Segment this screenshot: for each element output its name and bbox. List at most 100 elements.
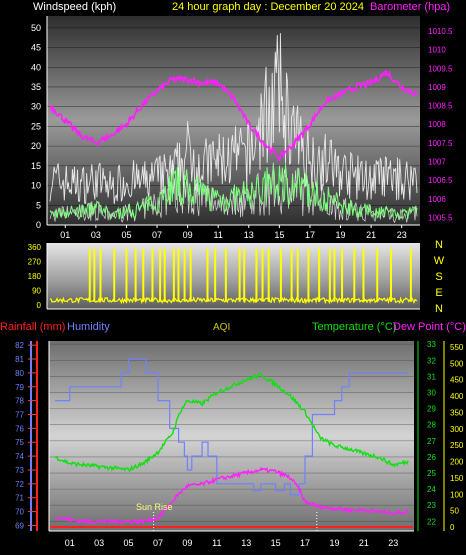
humidity-y-tick: 78 [15,397,24,406]
temp-y-tick: 32 [427,356,436,365]
dewpoint-label: Dew Point (°C) [393,321,466,333]
temp-x-tick: 07 [153,538,163,548]
humidity-label: Humidity [67,321,110,333]
baro-y-tick: 1006.5 [428,176,453,185]
rain-y-tick: 300 [450,425,464,434]
direction-y-tick: 180 [28,272,42,281]
temp-y-tick: 24 [427,485,436,494]
baro-y-tick: 1006 [428,195,446,204]
wind-x-tick: 09 [183,230,193,240]
wind-y-tick: 30 [31,102,41,112]
temp-x-tick: 13 [241,538,251,548]
temp-x-tick: 21 [359,538,369,548]
rain-y-tick: 450 [450,376,464,385]
rain-y-tick: 550 [450,343,464,352]
temp-x-tick: 15 [271,538,281,548]
baro-y-tick: 1009.5 [428,64,453,73]
direction-y-tick: 90 [32,287,41,296]
baro-y-tick: 1007.5 [428,139,453,148]
baro-y-tick: 1007 [428,158,446,167]
compass-letter: E [435,287,442,299]
rain-y-tick: 100 [450,490,464,499]
rain-y-tick: 500 [450,359,464,368]
wind-y-tick: 5 [36,200,41,210]
wind-x-tick: 03 [91,230,101,240]
temp-y-tick: 27 [427,437,436,446]
wind-y-tick: 40 [31,62,41,72]
direction-y-tick: 360 [28,243,42,252]
direction-y-tick: 0 [37,301,42,310]
wind-y-tick: 25 [31,121,41,131]
direction-y-tick: 270 [28,258,42,267]
humidity-y-tick: 73 [15,466,24,475]
humidity-y-tick: 74 [15,452,24,461]
wind-y-tick: 20 [31,141,41,151]
compass-letter: S [435,271,442,283]
rain-y-tick: 150 [450,474,464,483]
temp-y-tick: 28 [427,421,436,430]
humidity-y-tick: 70 [15,508,24,517]
wind-x-tick: 23 [397,230,407,240]
temp-y-tick: 26 [427,453,436,462]
temp-y-tick: 31 [427,372,436,381]
temp-y-tick: 29 [427,405,436,414]
rain-y-tick: 250 [450,441,464,450]
wind-y-tick: 0 [36,220,41,230]
humidity-y-tick: 77 [15,411,24,420]
compass-letter: W [434,255,445,267]
wind-x-tick: 17 [305,230,315,240]
compass-letter: N [435,239,443,251]
humidity-y-tick: 71 [15,494,24,503]
wind-x-tick: 07 [152,230,162,240]
wind-x-tick: 15 [274,230,284,240]
wind-y-tick: 45 [31,43,41,53]
humidity-y-tick: 69 [15,521,24,530]
temp-x-tick: 23 [388,538,398,548]
humidity-y-tick: 79 [15,383,24,392]
humidity-y-tick: 75 [15,438,24,447]
rain-y-tick: 400 [450,392,464,401]
temp-x-tick: 19 [329,538,339,548]
wind-y-tick: 10 [31,181,41,191]
rain-y-tick: 0 [450,523,455,532]
rain-y-tick: 200 [450,458,464,467]
compass-labels: NWSEN [434,239,445,315]
humidity-y-tick: 76 [15,424,24,433]
temperature-label: Temperature (°C) [312,321,396,333]
baro-y-tick: 1008 [428,120,446,129]
barometer-title: Barometer (hpa) [370,1,450,13]
wind-x-tick: 13 [244,230,254,240]
wind-y-tick: 15 [31,161,41,171]
wind-x-tick: 11 [214,230,223,240]
humidity-y-tick: 72 [15,480,24,489]
temp-y-tick: 22 [427,517,436,526]
temp-plot-area [49,341,414,531]
rainfall-label: Rainfall (mm) [0,321,65,333]
temp-x-tick: 05 [124,538,134,548]
rain-y-tick: 350 [450,408,464,417]
wind-x-tick: 21 [366,230,376,240]
temp-y-tick: 23 [427,501,436,510]
baro-y-tick: 1008.5 [428,102,453,111]
weather-chart: Windspeed (kph) 24 hour graph day : Dece… [0,1,466,548]
compass-letter: N [435,303,443,315]
temp-x-tick: 17 [300,538,310,548]
temp-x-tick: 03 [94,538,104,548]
sunrise-label: Sun Rise [136,502,173,512]
rain-y-tick: 50 [450,507,459,516]
temp-y-tick: 25 [427,469,436,478]
wind-x-tick: 05 [121,230,131,240]
temp-x-tick: 09 [182,538,192,548]
aqi-label: AQI [213,322,230,333]
wind-y-tick: 35 [31,82,41,92]
baro-y-tick: 1010 [428,46,446,55]
humidity-y-tick: 80 [15,369,24,378]
temp-x-tick: 11 [212,538,221,548]
temp-x-tick: 01 [65,538,75,548]
graph-day-title: 24 hour graph day : December 20 2024 [172,1,364,13]
windspeed-title: Windspeed (kph) [33,1,116,13]
temp-y-tick: 33 [427,340,436,349]
baro-y-tick: 1005.5 [428,214,453,223]
wind-x-tick: 19 [336,230,346,240]
wind-y-tick: 50 [31,23,41,33]
